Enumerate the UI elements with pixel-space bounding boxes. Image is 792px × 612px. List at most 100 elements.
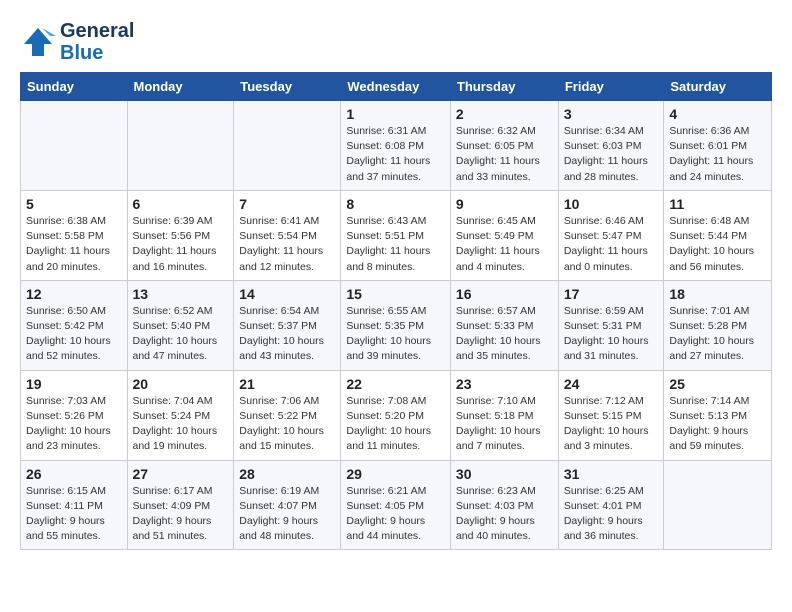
day-info: Sunrise: 6:31 AMSunset: 6:08 PMDaylight:…: [346, 124, 445, 185]
logo-icon: [20, 24, 56, 60]
day-info: Sunrise: 6:15 AMSunset: 4:11 PMDaylight:…: [26, 484, 122, 545]
day-number: 12: [26, 286, 122, 302]
calendar-day-cell: [21, 101, 128, 191]
day-number: 11: [669, 196, 766, 212]
day-info: Sunrise: 6:32 AMSunset: 6:05 PMDaylight:…: [456, 124, 553, 185]
calendar-week-row: 1 Sunrise: 6:31 AMSunset: 6:08 PMDaylight…: [21, 101, 772, 191]
calendar-day-cell: 12 Sunrise: 6:50 AMSunset: 5:42 PMDayligh…: [21, 280, 128, 370]
calendar-week-row: 5Sunrise: 6:38 AMSunset: 5:58 PMDaylight…: [21, 190, 772, 280]
calendar-day-cell: [127, 101, 234, 191]
day-info: Sunrise: 6:54 AMSunset: 5:37 PMDaylight:…: [239, 304, 335, 365]
calendar-day-cell: 18 Sunrise: 7:01 AMSunset: 5:28 PMDayligh…: [664, 280, 772, 370]
day-number: 2: [456, 106, 553, 122]
calendar-day-cell: 23 Sunrise: 7:10 AMSunset: 5:18 PMDayligh…: [450, 370, 558, 460]
day-info: Sunrise: 6:25 AMSunset: 4:01 PMDaylight:…: [564, 484, 659, 545]
weekday-header-cell: Wednesday: [341, 73, 451, 101]
day-info: Sunrise: 6:52 AMSunset: 5:40 PMDaylight:…: [133, 304, 229, 365]
day-info: Sunrise: 7:04 AMSunset: 5:24 PMDaylight:…: [133, 394, 229, 455]
page-header: General Blue: [20, 20, 772, 64]
calendar-day-cell: 20 Sunrise: 7:04 AMSunset: 5:24 PMDayligh…: [127, 370, 234, 460]
weekday-header-cell: Thursday: [450, 73, 558, 101]
calendar-day-cell: 16 Sunrise: 6:57 AMSunset: 5:33 PMDayligh…: [450, 280, 558, 370]
calendar-day-cell: 17Sunrise: 6:59 AMSunset: 5:31 PMDayligh…: [558, 280, 664, 370]
day-number: 3: [564, 106, 659, 122]
calendar-day-cell: 1 Sunrise: 6:31 AMSunset: 6:08 PMDaylight…: [341, 101, 451, 191]
day-number: 4: [669, 106, 766, 122]
calendar-day-cell: 19 Sunrise: 7:03 AMSunset: 5:26 PMDayligh…: [21, 370, 128, 460]
day-number: 20: [133, 376, 229, 392]
calendar-day-cell: 13 Sunrise: 6:52 AMSunset: 5:40 PMDayligh…: [127, 280, 234, 370]
day-number: 27: [133, 466, 229, 482]
calendar-day-cell: 11 Sunrise: 6:48 AMSunset: 5:44 PMDayligh…: [664, 190, 772, 280]
calendar-day-cell: [664, 460, 772, 550]
day-number: 23: [456, 376, 553, 392]
calendar-week-row: 26 Sunrise: 6:15 AMSunset: 4:11 PMDayligh…: [21, 460, 772, 550]
day-info: Sunrise: 6:43 AMSunset: 5:51 PMDaylight:…: [346, 214, 445, 275]
day-number: 15: [346, 286, 445, 302]
day-info: Sunrise: 7:03 AMSunset: 5:26 PMDaylight:…: [26, 394, 122, 455]
day-info: Sunrise: 6:48 AMSunset: 5:44 PMDaylight:…: [669, 214, 766, 275]
calendar-day-cell: 21 Sunrise: 7:06 AMSunset: 5:22 PMDayligh…: [234, 370, 341, 460]
calendar-table: SundayMondayTuesdayWednesdayThursdayFrid…: [20, 72, 772, 550]
weekday-header-cell: Saturday: [664, 73, 772, 101]
day-number: 1: [346, 106, 445, 122]
day-info: Sunrise: 6:38 AMSunset: 5:58 PMDaylight:…: [26, 214, 122, 275]
day-info: Sunrise: 6:55 AMSunset: 5:35 PMDaylight:…: [346, 304, 445, 365]
day-info: Sunrise: 7:01 AMSunset: 5:28 PMDaylight:…: [669, 304, 766, 365]
day-info: Sunrise: 6:23 AMSunset: 4:03 PMDaylight:…: [456, 484, 553, 545]
calendar-day-cell: 28 Sunrise: 6:19 AMSunset: 4:07 PMDayligh…: [234, 460, 341, 550]
day-info: Sunrise: 7:08 AMSunset: 5:20 PMDaylight:…: [346, 394, 445, 455]
day-info: Sunrise: 7:06 AMSunset: 5:22 PMDaylight:…: [239, 394, 335, 455]
day-number: 14: [239, 286, 335, 302]
day-number: 6: [133, 196, 229, 212]
day-info: Sunrise: 6:57 AMSunset: 5:33 PMDaylight:…: [456, 304, 553, 365]
logo-text: General Blue: [60, 20, 134, 64]
day-info: Sunrise: 6:50 AMSunset: 5:42 PMDaylight:…: [26, 304, 122, 365]
calendar-week-row: 19 Sunrise: 7:03 AMSunset: 5:26 PMDayligh…: [21, 370, 772, 460]
day-info: Sunrise: 6:19 AMSunset: 4:07 PMDaylight:…: [239, 484, 335, 545]
calendar-day-cell: 10Sunrise: 6:46 AMSunset: 5:47 PMDayligh…: [558, 190, 664, 280]
calendar-day-cell: 9 Sunrise: 6:45 AMSunset: 5:49 PMDaylight…: [450, 190, 558, 280]
calendar-day-cell: 29 Sunrise: 6:21 AMSunset: 4:05 PMDayligh…: [341, 460, 451, 550]
day-info: Sunrise: 7:12 AMSunset: 5:15 PMDaylight:…: [564, 394, 659, 455]
calendar-day-cell: 8Sunrise: 6:43 AMSunset: 5:51 PMDaylight…: [341, 190, 451, 280]
day-number: 9: [456, 196, 553, 212]
day-number: 26: [26, 466, 122, 482]
day-number: 29: [346, 466, 445, 482]
day-number: 30: [456, 466, 553, 482]
weekday-header-cell: Tuesday: [234, 73, 341, 101]
day-number: 25: [669, 376, 766, 392]
calendar-day-cell: 14 Sunrise: 6:54 AMSunset: 5:37 PMDayligh…: [234, 280, 341, 370]
day-info: Sunrise: 6:41 AMSunset: 5:54 PMDaylight:…: [239, 214, 335, 275]
day-info: Sunrise: 6:45 AMSunset: 5:49 PMDaylight:…: [456, 214, 553, 275]
day-info: Sunrise: 6:36 AMSunset: 6:01 PMDaylight:…: [669, 124, 766, 185]
day-info: Sunrise: 6:21 AMSunset: 4:05 PMDaylight:…: [346, 484, 445, 545]
day-number: 22: [346, 376, 445, 392]
logo: General Blue: [20, 20, 134, 64]
day-info: Sunrise: 6:34 AMSunset: 6:03 PMDaylight:…: [564, 124, 659, 185]
day-info: Sunrise: 7:10 AMSunset: 5:18 PMDaylight:…: [456, 394, 553, 455]
calendar-day-cell: 3 Sunrise: 6:34 AMSunset: 6:03 PMDaylight…: [558, 101, 664, 191]
day-number: 16: [456, 286, 553, 302]
weekday-header-row: SundayMondayTuesdayWednesdayThursdayFrid…: [21, 73, 772, 101]
calendar-day-cell: 2 Sunrise: 6:32 AMSunset: 6:05 PMDaylight…: [450, 101, 558, 191]
calendar-body: 1 Sunrise: 6:31 AMSunset: 6:08 PMDaylight…: [21, 101, 772, 550]
day-number: 13: [133, 286, 229, 302]
day-number: 21: [239, 376, 335, 392]
calendar-day-cell: 27Sunrise: 6:17 AMSunset: 4:09 PMDayligh…: [127, 460, 234, 550]
calendar-day-cell: 31 Sunrise: 6:25 AMSunset: 4:01 PMDayligh…: [558, 460, 664, 550]
calendar-day-cell: 5Sunrise: 6:38 AMSunset: 5:58 PMDaylight…: [21, 190, 128, 280]
calendar-week-row: 12 Sunrise: 6:50 AMSunset: 5:42 PMDayligh…: [21, 280, 772, 370]
day-number: 19: [26, 376, 122, 392]
calendar-day-cell: 6Sunrise: 6:39 AMSunset: 5:56 PMDaylight…: [127, 190, 234, 280]
day-number: 31: [564, 466, 659, 482]
calendar-day-cell: [234, 101, 341, 191]
day-number: 7: [239, 196, 335, 212]
day-info: Sunrise: 7:14 AMSunset: 5:13 PMDaylight:…: [669, 394, 766, 455]
day-number: 28: [239, 466, 335, 482]
day-info: Sunrise: 6:59 AMSunset: 5:31 PMDaylight:…: [564, 304, 659, 365]
weekday-header-cell: Sunday: [21, 73, 128, 101]
calendar-day-cell: 24Sunrise: 7:12 AMSunset: 5:15 PMDayligh…: [558, 370, 664, 460]
day-number: 18: [669, 286, 766, 302]
calendar-day-cell: 15 Sunrise: 6:55 AMSunset: 5:35 PMDayligh…: [341, 280, 451, 370]
